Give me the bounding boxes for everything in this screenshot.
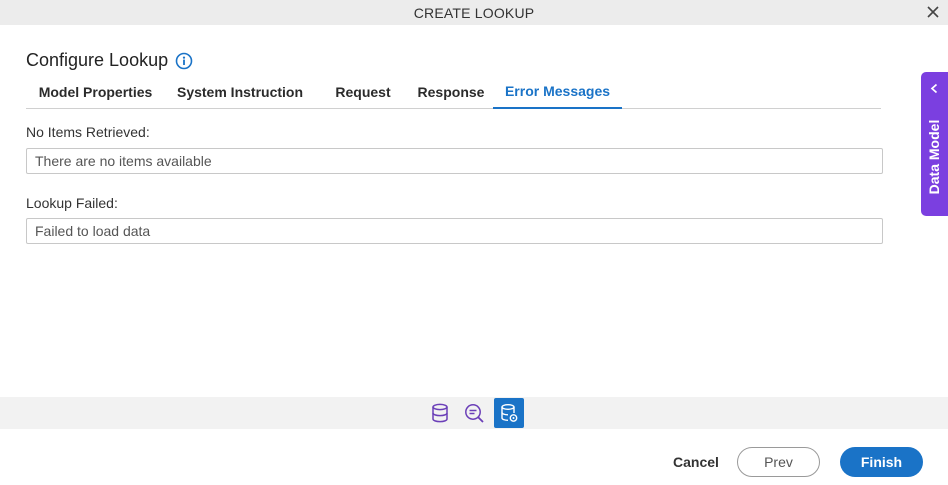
title-bar: CREATE LOOKUP: [0, 0, 948, 25]
database-settings-button[interactable]: [494, 398, 524, 428]
lookup-failed-input[interactable]: [26, 218, 883, 244]
tab-request[interactable]: Request: [315, 74, 411, 109]
page-heading: Configure Lookup: [26, 50, 193, 71]
no-items-retrieved-input[interactable]: [26, 148, 883, 174]
search-lines-icon: [465, 404, 484, 423]
chevron-left-icon: [930, 83, 938, 94]
tab-bar: Model Properties System Instruction Requ…: [26, 74, 881, 109]
cancel-button[interactable]: Cancel: [668, 447, 724, 477]
close-icon[interactable]: [924, 3, 942, 21]
info-icon[interactable]: [175, 52, 193, 70]
database-gear-icon: [501, 404, 518, 422]
search-filter-button[interactable]: [460, 399, 488, 427]
dialog-title: CREATE LOOKUP: [413, 4, 535, 21]
no-items-retrieved-label: No Items Retrieved:: [26, 124, 150, 140]
tab-error-messages[interactable]: Error Messages: [493, 74, 622, 109]
database-icon: [432, 403, 448, 423]
tab-model-properties[interactable]: Model Properties: [26, 74, 165, 109]
tab-system-instruction[interactable]: System Instruction: [165, 74, 315, 109]
lookup-failed-label: Lookup Failed:: [26, 195, 118, 211]
bottom-toolbar: [0, 397, 948, 429]
page-title: Configure Lookup: [26, 50, 169, 70]
data-model-label: Data Model: [926, 119, 942, 195]
tab-response[interactable]: Response: [411, 74, 491, 109]
data-model-panel-tab[interactable]: Data Model: [921, 72, 948, 216]
prev-button[interactable]: Prev: [737, 447, 820, 477]
finish-button[interactable]: Finish: [840, 447, 923, 477]
database-button[interactable]: [426, 399, 454, 427]
